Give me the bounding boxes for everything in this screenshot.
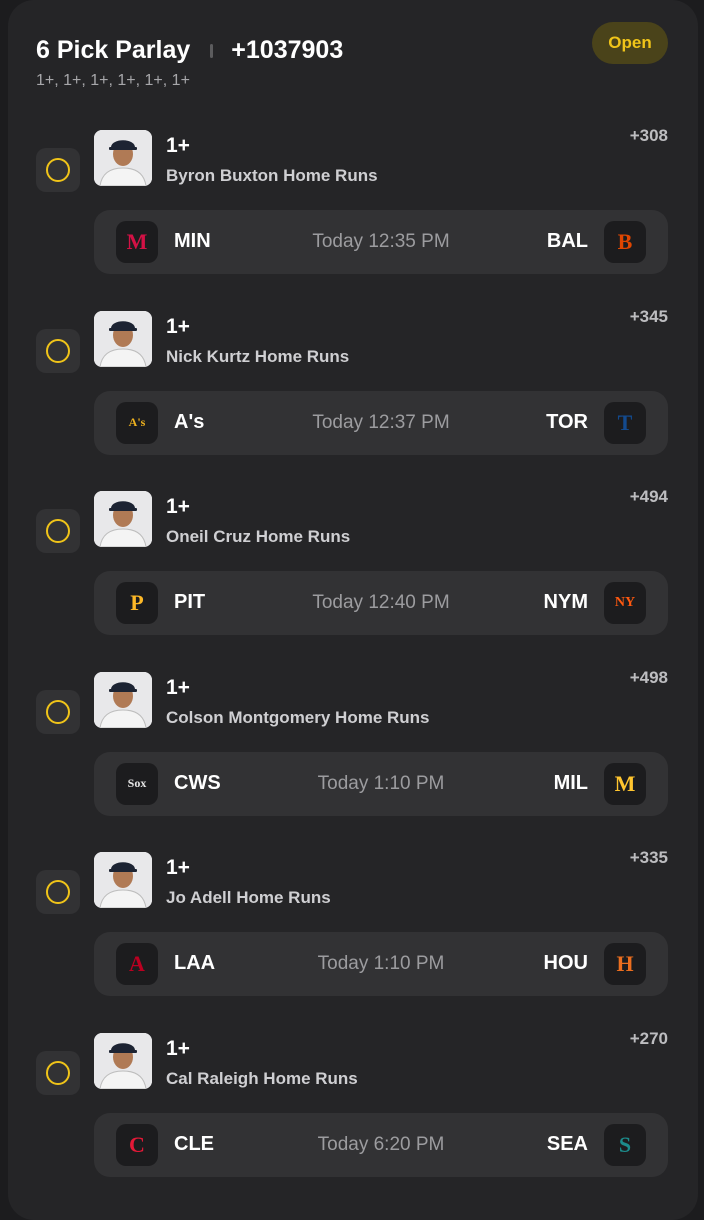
astros-logo-icon: H <box>616 951 634 977</box>
leg-odds: +270 <box>629 1029 668 1048</box>
home-team-logo-icon: S <box>604 1124 646 1166</box>
parlay-leg-2[interactable]: 1+ Nick Kurtz Home Runs +345 A's A's Tod… <box>0 307 704 491</box>
parlay-total-odds: +1037903 <box>231 36 344 64</box>
parlay-leg-6[interactable]: 1+ Cal Raleigh Home Runs +270 C CLE Toda… <box>0 1029 704 1213</box>
game-matchup[interactable]: Sox CWS Today 1:10 PM MIL M <box>94 751 668 816</box>
player-avatar <box>94 671 152 728</box>
header-divider <box>210 43 214 58</box>
leg-line: 1+ <box>166 675 190 699</box>
parlay-leg-1[interactable]: 1+ Byron Buxton Home Runs +308 M MIN Tod… <box>0 126 704 310</box>
orioles-logo-icon: B <box>617 229 633 254</box>
leg-status-toggle[interactable] <box>36 689 80 734</box>
parlay-subtitle: 1+, 1+, 1+, 1+, 1+, 1+ <box>36 72 190 89</box>
mets-logo-icon: NY <box>614 595 636 611</box>
home-team-logo-icon: M <box>604 762 646 805</box>
leg-market: Nick Kurtz Home Runs <box>166 346 350 366</box>
pending-circle-icon <box>46 1061 70 1085</box>
leg-market: Colson Montgomery Home Runs <box>166 707 430 727</box>
parlay-header: 6 Pick Parlay +1037903 <box>36 36 343 65</box>
game-matchup[interactable]: M MIN Today 12:35 PM BAL B <box>94 210 668 274</box>
player-headshot-icon <box>94 130 152 186</box>
leg-line: 1+ <box>166 495 190 519</box>
player-avatar <box>94 852 152 909</box>
leg-status-toggle[interactable] <box>36 148 80 192</box>
leg-status-toggle[interactable] <box>36 1051 80 1095</box>
home-team-abbr: NYM <box>543 591 588 614</box>
game-matchup[interactable]: A LAA Today 1:10 PM HOU H <box>94 932 668 997</box>
home-team-abbr: BAL <box>546 230 588 252</box>
player-headshot-icon <box>94 1033 152 1089</box>
player-headshot-icon <box>94 491 152 548</box>
parlay-leg-4[interactable]: 1+ Colson Montgomery Home Runs +498 Sox … <box>0 668 704 852</box>
home-team-logo-icon: H <box>604 943 646 986</box>
leg-status-toggle[interactable] <box>36 870 80 915</box>
parlay-leg-5[interactable]: 1+ Jo Adell Home Runs +335 A LAA Today 1… <box>0 848 704 1032</box>
parlay-leg-3[interactable]: 1+ Oneil Cruz Home Runs +494 P PIT Today… <box>0 487 704 671</box>
leg-market: Oneil Cruz Home Runs <box>166 527 351 547</box>
leg-line: 1+ <box>166 856 190 880</box>
home-team-abbr: MIL <box>553 771 588 794</box>
blue-jays-logo-icon: T <box>617 409 633 435</box>
home-team-abbr: TOR <box>546 410 588 433</box>
parlay-title: 6 Pick Parlay <box>36 36 191 64</box>
player-headshot-icon <box>94 852 152 909</box>
player-avatar <box>94 1033 152 1089</box>
leg-odds: +345 <box>629 306 668 326</box>
pending-circle-icon <box>46 880 70 905</box>
game-matchup[interactable]: A's A's Today 12:37 PM TOR T <box>94 390 668 455</box>
leg-odds: +335 <box>629 848 668 868</box>
pending-circle-icon <box>46 699 70 724</box>
player-headshot-icon <box>94 310 152 367</box>
home-team-logo-icon: B <box>604 221 646 263</box>
pending-circle-icon <box>46 158 70 182</box>
mariners-logo-icon: S <box>618 1132 632 1157</box>
leg-line: 1+ <box>166 134 190 157</box>
leg-odds: +498 <box>629 667 668 687</box>
player-headshot-icon <box>94 671 152 728</box>
status-badge: Open <box>592 22 668 64</box>
leg-odds: +308 <box>629 126 668 145</box>
game-matchup[interactable]: P PIT Today 12:40 PM NYM NY <box>94 571 668 636</box>
home-team-abbr: SEA <box>546 1133 588 1155</box>
player-avatar <box>94 130 152 186</box>
leg-market: Byron Buxton Home Runs <box>166 166 378 185</box>
leg-odds: +494 <box>629 487 668 507</box>
leg-market: Cal Raleigh Home Runs <box>166 1069 358 1088</box>
player-avatar <box>94 491 152 548</box>
pending-circle-icon <box>46 338 70 363</box>
player-avatar <box>94 310 152 367</box>
leg-market: Jo Adell Home Runs <box>166 888 331 908</box>
leg-line: 1+ <box>166 314 190 338</box>
brewers-logo-icon: M <box>614 770 636 796</box>
home-team-logo-icon: NY <box>604 582 646 625</box>
leg-status-toggle[interactable] <box>36 328 80 373</box>
game-matchup[interactable]: C CLE Today 6:20 PM SEA S <box>94 1113 668 1177</box>
home-team-abbr: HOU <box>543 952 588 975</box>
pending-circle-icon <box>46 519 70 544</box>
leg-status-toggle[interactable] <box>36 509 80 554</box>
home-team-logo-icon: T <box>604 401 646 444</box>
leg-line: 1+ <box>166 1037 190 1060</box>
